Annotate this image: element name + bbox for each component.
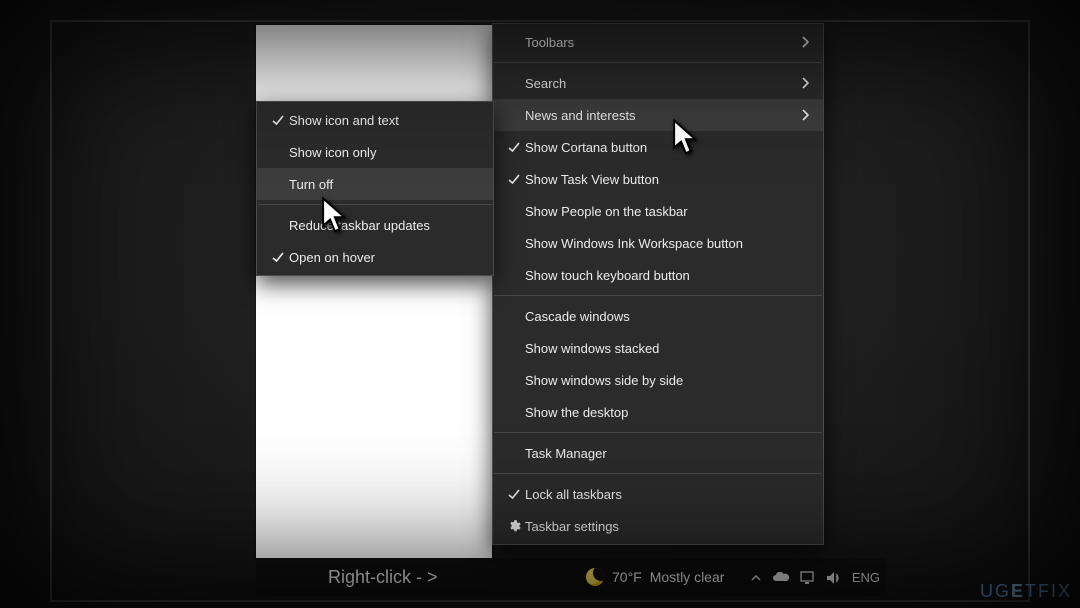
network-icon[interactable] (800, 569, 816, 585)
menu-item-label: Show Cortana button (525, 140, 809, 155)
menu-item-label: Taskbar settings (525, 519, 809, 534)
news-interests-separator (258, 204, 492, 205)
taskbar-menu-separator (494, 62, 822, 63)
taskbar-menu-item-lock-all-taskbars[interactable]: Lock all taskbars (493, 478, 823, 510)
taskbar-menu-separator (494, 432, 822, 433)
news-and-interests-submenu: Show icon and text Show icon only Turn off… (256, 101, 494, 276)
menu-item-label: Show windows side by side (525, 373, 809, 388)
gear-icon (503, 519, 525, 533)
taskbar-menu-item-show-cortana-button[interactable]: Show Cortana button (493, 131, 823, 163)
taskbar-context-menu: Toolbars Search News and interests Show Cor… (492, 23, 824, 545)
check-icon (503, 487, 525, 501)
system-tray: ENG (750, 558, 880, 596)
taskbar-menu-separator (494, 295, 822, 296)
news-interests-item-show-icon-and-text[interactable]: Show icon and text (257, 104, 493, 136)
taskbar-menu-item-toolbars[interactable]: Toolbars (493, 26, 823, 58)
taskbar-menu-item-taskbar-settings[interactable]: Taskbar settings (493, 510, 823, 542)
taskbar-menu-item-show-windows-ink-workspace-button[interactable]: Show Windows Ink Workspace button (493, 227, 823, 259)
taskbar-menu-separator (494, 473, 822, 474)
menu-item-label: Lock all taskbars (525, 487, 809, 502)
taskbar-menu-item-cascade-windows[interactable]: Cascade windows (493, 300, 823, 332)
menu-item-label: Turn off (289, 177, 479, 192)
taskbar-menu-item-show-the-desktop[interactable]: Show the desktop (493, 396, 823, 428)
menu-item-label: Show touch keyboard button (525, 268, 809, 283)
menu-item-label: News and interests (525, 108, 795, 123)
taskbar-menu-item-show-people-on-the-taskbar[interactable]: Show People on the taskbar (493, 195, 823, 227)
news-interests-item-show-icon-only[interactable]: Show icon only (257, 136, 493, 168)
weather-moon-icon (586, 568, 604, 586)
news-interests-item-reduce-taskbar-updates[interactable]: Reduce taskbar updates (257, 209, 493, 241)
tray-language[interactable]: ENG (852, 570, 880, 585)
taskbar-menu-item-task-manager[interactable]: Task Manager (493, 437, 823, 469)
menu-item-label: Toolbars (525, 35, 795, 50)
taskbar-menu-item-show-windows-side-by-side[interactable]: Show windows side by side (493, 364, 823, 396)
menu-item-label: Show Task View button (525, 172, 809, 187)
weather-temp: 70°F (612, 569, 642, 585)
check-icon (503, 140, 525, 154)
menu-item-label: Show Windows Ink Workspace button (525, 236, 809, 251)
stage: Right-click - > 70°F Mostly clear ENG To… (0, 0, 1080, 608)
chevron-right-icon (795, 109, 809, 121)
chevron-right-icon (795, 36, 809, 48)
volume-icon[interactable] (826, 569, 842, 585)
menu-item-label: Search (525, 76, 795, 91)
taskbar-menu-item-show-task-view-button[interactable]: Show Task View button (493, 163, 823, 195)
menu-item-label: Show People on the taskbar (525, 204, 809, 219)
menu-item-label: Cascade windows (525, 309, 809, 324)
taskbar-menu-item-news-and-interests[interactable]: News and interests (493, 99, 823, 131)
menu-item-label: Show icon only (289, 145, 479, 160)
menu-item-label: Show the desktop (525, 405, 809, 420)
taskbar-menu-item-search[interactable]: Search (493, 67, 823, 99)
chevron-right-icon (795, 77, 809, 89)
menu-item-label: Show icon and text (289, 113, 479, 128)
news-and-interests-widget[interactable]: 70°F Mostly clear (586, 558, 724, 596)
news-interests-item-turn-off[interactable]: Turn off (257, 168, 493, 200)
onedrive-icon[interactable] (772, 570, 790, 585)
instruction-label: Right-click - > (328, 567, 438, 588)
news-interests-item-open-on-hover[interactable]: Open on hover (257, 241, 493, 273)
menu-item-label: Show windows stacked (525, 341, 809, 356)
menu-item-label: Task Manager (525, 446, 809, 461)
menu-item-label: Reduce taskbar updates (289, 218, 479, 233)
watermark: UGETFIX (980, 581, 1072, 602)
check-icon (267, 113, 289, 127)
taskbar-menu-item-show-touch-keyboard-button[interactable]: Show touch keyboard button (493, 259, 823, 291)
tray-chevron-up-icon[interactable] (750, 570, 762, 585)
check-icon (503, 172, 525, 186)
weather-desc: Mostly clear (650, 569, 725, 585)
taskbar-menu-item-show-windows-stacked[interactable]: Show windows stacked (493, 332, 823, 364)
taskbar: Right-click - > 70°F Mostly clear ENG (256, 558, 886, 596)
menu-item-label: Open on hover (289, 250, 479, 265)
check-icon (267, 250, 289, 264)
